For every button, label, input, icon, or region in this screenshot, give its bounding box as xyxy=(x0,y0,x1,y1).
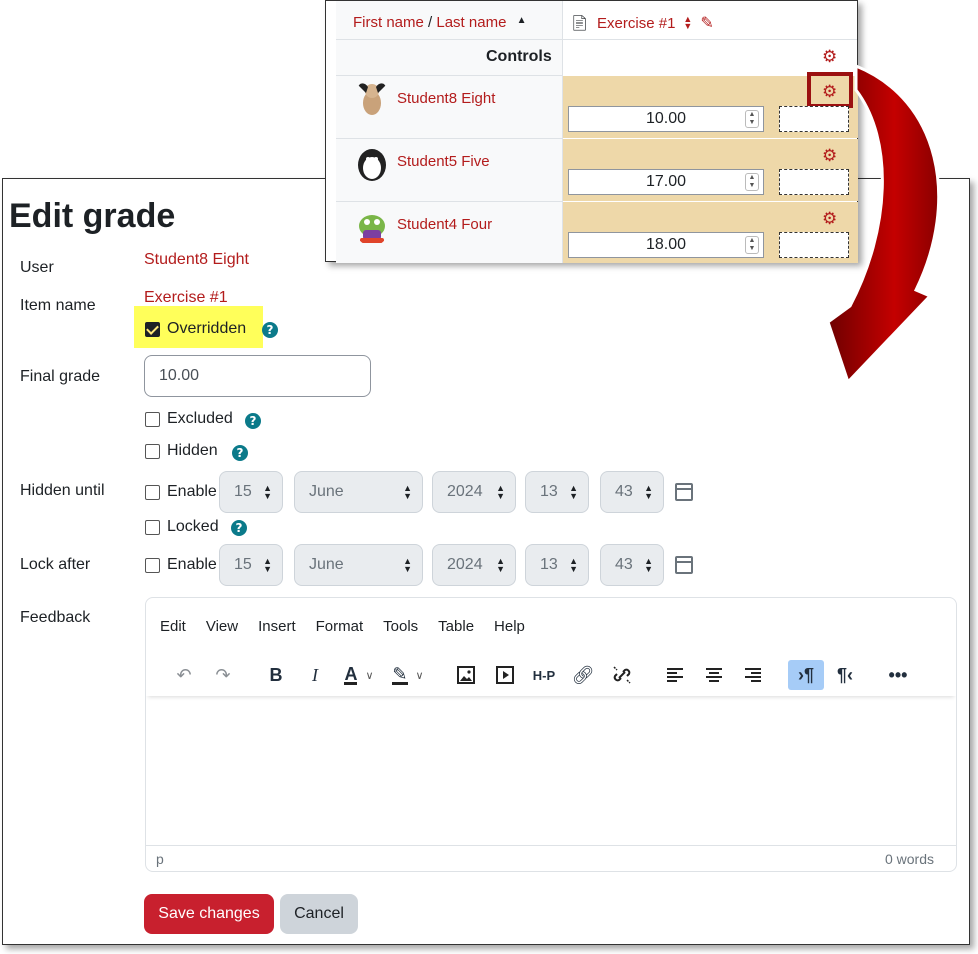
lock-after-month-select[interactable]: June ▲ ▼ xyxy=(294,544,423,586)
enable-label: Enable xyxy=(167,556,217,573)
editor-menubar: Edit View Insert Format Tools Table Help xyxy=(146,598,956,654)
media-icon[interactable] xyxy=(487,660,523,690)
more-icon[interactable]: ••• xyxy=(880,660,916,690)
lock-after-enable[interactable]: Enable xyxy=(145,556,217,574)
enable-label: Enable xyxy=(167,483,217,500)
last-name-sort-link[interactable]: Last name xyxy=(436,14,506,31)
editor-statusbar: p 0 words xyxy=(146,845,956,871)
hidden-until-enable-checkbox[interactable] xyxy=(145,484,160,500)
assignment-icon: 📄︎ xyxy=(570,15,590,32)
hidden-until-hour-select[interactable]: 13 ▲ ▼ xyxy=(525,471,589,513)
red-arrow-icon xyxy=(826,63,941,385)
exercise-header-link[interactable]: Exercise #1 xyxy=(597,15,675,32)
editor-toolbar: ↶ ↷ B I A ∨ ✎ ∨ H‑P 🔗︎ ›¶ ¶‹ ••• xyxy=(146,654,956,696)
feedback-label: Feedback xyxy=(20,609,91,626)
undo-icon[interactable]: ↶ xyxy=(166,660,202,690)
element-path[interactable]: p xyxy=(156,851,164,867)
lock-after-day-select[interactable]: 15 ▲ ▼ xyxy=(219,544,283,586)
hidden-until-year-select[interactable]: 2024 ▲ ▼ xyxy=(432,471,516,513)
link-icon[interactable]: 🔗︎ xyxy=(565,660,601,690)
menu-tools[interactable]: Tools xyxy=(383,618,418,635)
grade-input[interactable]: 17.00 ▲ ▼ xyxy=(568,169,764,195)
page-title: Edit grade xyxy=(9,197,176,235)
student-link[interactable]: Student8 Eight xyxy=(397,90,495,107)
locked-label: Locked xyxy=(167,518,219,535)
lock-after-enable-checkbox[interactable] xyxy=(145,557,160,573)
lock-after-hour-select[interactable]: 13 ▲ ▼ xyxy=(525,544,589,586)
text-color-icon[interactable]: A ∨ xyxy=(336,660,382,690)
hidden-until-label: Hidden until xyxy=(20,482,105,499)
help-icon[interactable]: ? xyxy=(262,322,278,338)
calendar-icon[interactable] xyxy=(675,483,693,501)
image-icon[interactable] xyxy=(448,660,484,690)
h5p-icon[interactable]: H‑P xyxy=(526,660,562,690)
lock-after-minute-select[interactable]: 43 ▲ ▼ xyxy=(600,544,664,586)
controls-label: Controls xyxy=(486,48,552,65)
hidden-until-day-select[interactable]: 15 ▲ ▼ xyxy=(219,471,283,513)
user-link[interactable]: Student8 Eight xyxy=(144,251,249,269)
locked-checkbox-row[interactable]: Locked xyxy=(145,518,219,536)
redo-icon[interactable]: ↷ xyxy=(205,660,241,690)
user-label: User xyxy=(20,259,54,276)
excluded-checkbox-row[interactable]: Excluded xyxy=(145,410,233,428)
word-count[interactable]: 0 words xyxy=(885,851,934,867)
hidden-label: Hidden xyxy=(167,442,218,459)
highlight-color-icon[interactable]: ✎ ∨ xyxy=(385,660,431,690)
help-icon[interactable]: ? xyxy=(232,445,248,461)
student-avatar xyxy=(358,149,386,181)
sort-icon[interactable]: ▲ ▼ xyxy=(683,15,692,31)
student-avatar xyxy=(359,215,385,243)
help-icon[interactable]: ? xyxy=(231,520,247,536)
grade-input[interactable]: 10.00 ▲ ▼ xyxy=(568,106,764,132)
item-header[interactable]: 📄︎ Exercise #1 ▲ ▼ ✎ xyxy=(570,13,714,33)
item-name-link[interactable]: Exercise #1 xyxy=(144,289,228,307)
hidden-until-minute-select[interactable]: 43 ▲ ▼ xyxy=(600,471,664,513)
sort-asc-icon: ▲ xyxy=(516,15,527,26)
hidden-checkbox[interactable] xyxy=(145,443,160,459)
help-icon[interactable]: ? xyxy=(245,413,261,429)
lock-after-year-select[interactable]: 2024 ▲ ▼ xyxy=(432,544,516,586)
overridden-checkbox[interactable] xyxy=(145,321,160,337)
menu-insert[interactable]: Insert xyxy=(258,618,296,635)
overridden-label: Overridden xyxy=(167,320,247,337)
student-link[interactable]: Student4 Four xyxy=(397,216,492,233)
align-left-icon[interactable] xyxy=(657,660,693,690)
bold-icon[interactable]: B xyxy=(258,660,294,690)
student-link[interactable]: Student5 Five xyxy=(397,153,490,170)
locked-checkbox[interactable] xyxy=(145,519,160,535)
align-center-icon[interactable] xyxy=(696,660,732,690)
excluded-checkbox[interactable] xyxy=(145,411,160,427)
unlink-icon[interactable] xyxy=(604,660,640,690)
menu-help[interactable]: Help xyxy=(494,618,525,635)
calendar-icon[interactable] xyxy=(675,556,693,574)
menu-view[interactable]: View xyxy=(206,618,238,635)
student-avatar xyxy=(358,83,386,115)
hidden-until-enable[interactable]: Enable xyxy=(145,483,217,501)
menu-edit[interactable]: Edit xyxy=(160,618,186,635)
excluded-label: Excluded xyxy=(167,410,233,427)
edit-pencil-icon[interactable]: ✎ xyxy=(700,13,713,33)
hidden-checkbox-row[interactable]: Hidden xyxy=(145,442,218,460)
feedback-editor[interactable]: Edit View Insert Format Tools Table Help… xyxy=(145,597,957,872)
menu-format[interactable]: Format xyxy=(316,618,364,635)
save-changes-button[interactable]: Save changes xyxy=(144,894,274,934)
final-grade-input[interactable]: 10.00 xyxy=(144,355,371,397)
grade-input[interactable]: 18.00 ▲ ▼ xyxy=(568,232,764,258)
ltr-icon[interactable]: ›¶ xyxy=(788,660,824,690)
grader-table-inset: First name / Last name ▲ 📄︎ Exercise #1 … xyxy=(325,0,858,263)
rtl-icon[interactable]: ¶‹ xyxy=(827,660,863,690)
align-right-icon[interactable] xyxy=(735,660,771,690)
hidden-until-month-select[interactable]: June ▲ ▼ xyxy=(294,471,423,513)
cancel-button[interactable]: Cancel xyxy=(280,894,358,934)
editor-content-area[interactable] xyxy=(146,698,956,847)
lock-after-label: Lock after xyxy=(20,556,91,573)
item-name-label: Item name xyxy=(20,297,96,314)
overridden-checkbox-row[interactable]: Overridden xyxy=(145,320,246,338)
italic-icon[interactable]: I xyxy=(297,660,333,690)
name-sort-header[interactable]: First name / Last name ▲ xyxy=(353,14,527,31)
final-grade-label: Final grade xyxy=(20,368,101,385)
first-name-sort-link[interactable]: First name xyxy=(353,14,424,31)
menu-table[interactable]: Table xyxy=(438,618,474,635)
